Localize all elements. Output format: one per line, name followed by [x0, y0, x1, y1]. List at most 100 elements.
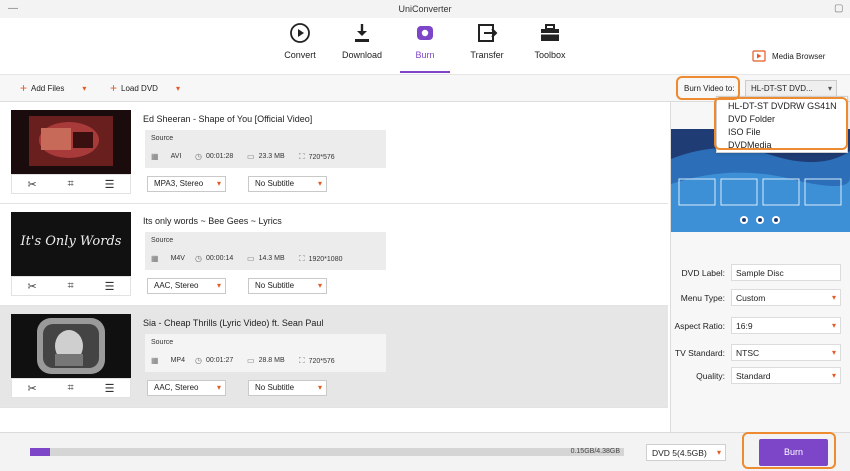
duration-meta: ◷ 00:01:27 — [195, 356, 233, 365]
menu-type-row: Menu Type: Custom ▾ — [671, 289, 850, 307]
bottom-bar: 0.15GB/4.38GB DVD 5(4.5GB) ▾ Burn — [0, 432, 850, 471]
chevron-down-icon[interactable]: ▾ — [82, 84, 86, 93]
crop-icon[interactable]: ⌗ — [68, 178, 74, 191]
source-info: Source ▦ M4V ◷ 00:00:14 ▭ 14.3 MB ⛶ 1920*108… — [145, 232, 386, 270]
load-dvd-button[interactable]: + Load DVD ▾ — [110, 82, 180, 94]
quality-select[interactable]: Standard ▾ — [731, 367, 841, 384]
menu-type-value: Custom — [736, 293, 766, 303]
format-meta: ▦ M4V — [151, 254, 185, 263]
dvd-label-value: Sample Disc — [736, 268, 784, 278]
film-icon: ▦ — [151, 356, 159, 365]
file-row[interactable]: ✂ ⌗ ☰ Ed Sheeran - Shape of You [Officia… — [0, 102, 668, 204]
thumbnail-tools: ✂ ⌗ ☰ — [11, 276, 131, 296]
subtitle-select[interactable]: No Subtitle ▾ — [248, 278, 327, 294]
resolution-icon: ⛶ — [299, 356, 305, 365]
disc-type-select[interactable]: DVD 5(4.5GB) ▾ — [646, 444, 726, 461]
main-nav: Convert Download Burn Transfer Toolbox M… — [0, 18, 850, 74]
film-icon: ▦ — [151, 152, 159, 161]
effects-icon[interactable]: ☰ — [105, 280, 115, 293]
chevron-down-icon: ▾ — [216, 179, 221, 188]
folder-icon: ▭ — [247, 356, 255, 365]
chevron-down-icon[interactable]: ▾ — [176, 84, 180, 93]
video-thumbnail[interactable] — [11, 314, 131, 378]
crop-icon[interactable]: ⌗ — [68, 382, 74, 395]
thumbnail-image — [11, 110, 131, 174]
audio-track-value: AAC, Stereo — [154, 281, 199, 290]
duration-value: 00:01:27 — [205, 357, 234, 364]
source-label: Source — [151, 339, 174, 346]
audio-track-value: AAC, Stereo — [154, 383, 199, 392]
source-label: Source — [151, 135, 174, 142]
format-meta: ▦ AVI — [151, 152, 181, 161]
chevron-down-icon: ▾ — [716, 448, 721, 457]
format-value: MP4 — [170, 357, 185, 364]
tv-standard-value: NTSC — [736, 348, 760, 358]
cut-icon[interactable]: ✂ — [27, 178, 36, 191]
menu-type-select[interactable]: Custom ▾ — [731, 289, 841, 306]
chevron-down-icon: ▾ — [317, 179, 322, 188]
video-thumbnail[interactable] — [11, 110, 131, 174]
tab-burn[interactable]: Burn — [393, 21, 457, 60]
size-value: 14.3 MB — [258, 255, 285, 262]
effects-icon[interactable]: ☰ — [105, 178, 115, 191]
file-row[interactable]: ✂ ⌗ ☰ Sia - Cheap Thrills (Lyric Video) … — [0, 306, 668, 408]
duration-value: 00:00:14 — [205, 255, 234, 262]
file-title: Ed Sheeran - Shape of You [Official Vide… — [143, 114, 313, 124]
tab-label: Convert — [284, 50, 316, 60]
clock-icon: ◷ — [195, 152, 202, 161]
chevron-down-icon: ▾ — [831, 321, 836, 330]
aspect-ratio-label: Aspect Ratio: — [674, 321, 725, 331]
disc-capacity-text: 0.15GB/4.38GB — [570, 448, 620, 455]
size-meta: ▭ 28.8 MB — [247, 356, 285, 365]
tv-standard-label: TV Standard: — [674, 348, 725, 358]
resolution-value: 720*576 — [308, 153, 335, 161]
active-tab-indicator — [400, 71, 450, 73]
tv-standard-select[interactable]: NTSC ▾ — [731, 344, 841, 361]
resolution-value: 720*576 — [308, 357, 335, 365]
burn-icon — [417, 26, 433, 40]
film-icon: ▦ — [151, 254, 159, 263]
effects-icon[interactable]: ☰ — [105, 382, 115, 395]
duration-meta: ◷ 00:01:28 — [195, 152, 233, 161]
aspect-ratio-value: 16:9 — [736, 321, 753, 331]
file-row[interactable]: It's Only Words ✂ ⌗ ☰ Its only words ~ B… — [0, 204, 668, 306]
format-meta: ▦ MP4 — [151, 356, 185, 365]
download-icon — [355, 24, 369, 42]
tab-toolbox[interactable]: Toolbox — [518, 21, 582, 60]
tab-transfer[interactable]: Transfer — [455, 21, 519, 60]
audio-track-select[interactable]: MPA3, Stereo ▾ — [147, 176, 226, 192]
maximize-button[interactable]: ▢ — [834, 3, 843, 15]
tab-download[interactable]: Download — [330, 21, 394, 60]
cut-icon[interactable]: ✂ — [27, 382, 36, 395]
media-browser-label: Media Browser — [772, 51, 826, 61]
size-meta: ▭ 14.3 MB — [247, 254, 285, 263]
subtitle-select[interactable]: No Subtitle ▾ — [248, 380, 327, 396]
burn-highlight — [742, 432, 836, 469]
file-list: ✂ ⌗ ☰ Ed Sheeran - Shape of You [Officia… — [0, 102, 668, 432]
media-browser-button[interactable]: Media Browser — [752, 50, 825, 62]
resolution-meta: ⛶ 720*576 — [299, 356, 335, 366]
format-value: M4V — [170, 255, 185, 262]
format-value: AVI — [170, 153, 182, 160]
subtitle-select[interactable]: No Subtitle ▾ — [248, 176, 327, 192]
source-label: Source — [151, 237, 174, 244]
chevron-down-icon: ▾ — [831, 371, 836, 380]
aspect-ratio-select[interactable]: 16:9 ▾ — [731, 317, 841, 334]
tab-convert[interactable]: Convert — [268, 21, 332, 60]
add-files-button[interactable]: + Add Files ▾ — [20, 82, 86, 94]
cut-icon[interactable]: ✂ — [27, 280, 36, 293]
dvd-label-label: DVD Label: — [681, 268, 725, 278]
tab-label: Toolbox — [534, 50, 566, 60]
chevron-down-icon: ▾ — [216, 281, 221, 290]
media-browser-icon — [752, 50, 766, 62]
app-title: UniConverter — [398, 4, 452, 14]
folder-icon: ▭ — [247, 152, 255, 161]
audio-track-select[interactable]: AAC, Stereo ▾ — [147, 380, 226, 396]
crop-icon[interactable]: ⌗ — [68, 280, 74, 293]
chevron-down-icon: ▾ — [831, 293, 836, 302]
audio-track-select[interactable]: AAC, Stereo ▾ — [147, 278, 226, 294]
video-thumbnail[interactable]: It's Only Words — [11, 212, 131, 276]
tab-label: Download — [341, 50, 383, 60]
burn-target-value: HL-DT-ST DVD... — [751, 84, 813, 93]
dvd-label-input[interactable]: Sample Disc — [731, 264, 841, 281]
